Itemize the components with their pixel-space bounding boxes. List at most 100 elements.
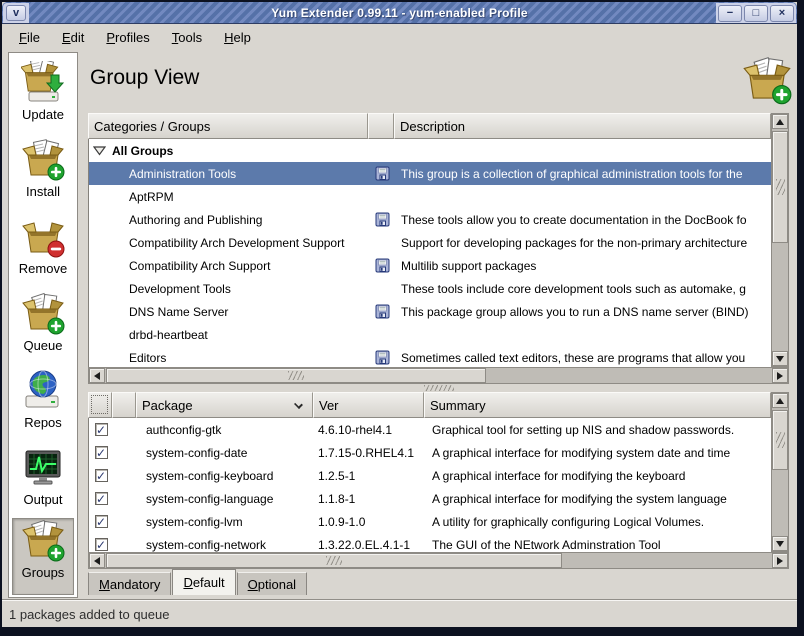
- package-scroll-up-button[interactable]: [772, 393, 788, 408]
- package-row[interactable]: ✓system-config-date1.7.15-0.RHEL4.1A gra…: [89, 441, 771, 464]
- group-row[interactable]: Compatibility Arch SupportMultilib suppo…: [89, 254, 771, 277]
- package-version: 1.2.5-1: [314, 469, 425, 483]
- tree-scroll-left-button[interactable]: [89, 368, 105, 383]
- floppy-disk-icon: [369, 162, 395, 185]
- package-checkbox[interactable]: ✓: [95, 446, 108, 459]
- groups-icon: [742, 56, 792, 106]
- statusbar: 1 packages added to queue: [2, 601, 797, 627]
- group-row[interactable]: Authoring and PublishingThese tools allo…: [89, 208, 771, 231]
- menu-file[interactable]: File: [8, 27, 51, 48]
- titlebar[interactable]: Yum Extender 0.99.11 - yum-enabled Profi…: [2, 2, 797, 24]
- window-frame: [0, 0, 2, 636]
- package-row[interactable]: ✓system-config-language1.1.8-1A graphica…: [89, 487, 771, 510]
- package-checkbox[interactable]: ✓: [95, 423, 108, 436]
- column-header-select-all[interactable]: [88, 392, 112, 418]
- tree-scroll-up-button[interactable]: [772, 114, 788, 129]
- sidebar-item-install[interactable]: Install: [12, 138, 74, 212]
- sidebar-item-label: Groups: [22, 565, 65, 580]
- tab-mandatory[interactable]: Mandatory: [88, 572, 171, 595]
- package-row[interactable]: ✓ system-config-network1.3.22.0.EL.4.1-1T…: [89, 533, 771, 552]
- tree-vertical-scroll-thumb[interactable]: [772, 131, 788, 243]
- group-name-cell: AptRPM: [89, 185, 369, 208]
- group-row[interactable]: EditorsSometimes called text editors, th…: [89, 346, 771, 367]
- group-tree-header: Categories / Groups Description: [88, 113, 771, 139]
- package-scroll-left-button[interactable]: [89, 553, 105, 568]
- menu-help[interactable]: Help: [213, 27, 262, 48]
- tab-default[interactable]: Default: [172, 569, 235, 595]
- tree-scroll-down-button[interactable]: [772, 351, 788, 366]
- menubar: FileEditProfilesToolsHelp: [2, 24, 797, 50]
- maximize-button[interactable]: □: [744, 5, 768, 22]
- repos-icon: [21, 369, 65, 413]
- column-header-description[interactable]: Description: [394, 113, 771, 139]
- group-name-cell: DNS Name Server: [89, 300, 369, 323]
- pane-splitter[interactable]: [88, 384, 789, 392]
- group-description: [395, 139, 771, 162]
- package-row[interactable]: ✓authconfig-gtk4.6.10-rhel4.1Graphical t…: [89, 418, 771, 441]
- menu-tools[interactable]: Tools: [161, 27, 213, 48]
- group-row[interactable]: AptRPM: [89, 185, 771, 208]
- group-row[interactable]: All Groups: [89, 139, 771, 162]
- sidebar-item-label: Update: [22, 107, 64, 122]
- minimize-button[interactable]: −: [718, 5, 742, 22]
- package-version: 1.3.22.0.EL.4.1-1: [314, 538, 425, 552]
- thumb-grip-icon: [288, 371, 304, 380]
- package-summary: A graphical interface for modifying the …: [425, 492, 771, 506]
- tree-horizontal-scroll-thumb[interactable]: [106, 368, 486, 383]
- column-header-package-icon[interactable]: [112, 392, 136, 418]
- close-button[interactable]: ×: [770, 5, 794, 22]
- sidebar-item-update[interactable]: Update: [12, 61, 74, 135]
- group-row[interactable]: DNS Name ServerThis package group allows…: [89, 300, 771, 323]
- window-menu-button[interactable]: v: [6, 5, 26, 21]
- column-header-summary[interactable]: Summary: [424, 392, 771, 418]
- tab-optional[interactable]: Optional: [237, 572, 307, 595]
- package-checkbox-cell: ✓: [89, 446, 113, 459]
- package-name: system-config-keyboard: [137, 469, 314, 483]
- sidebar-item-groups[interactable]: Groups: [12, 518, 74, 595]
- tree-horizontal-scrollbar[interactable]: [88, 367, 789, 384]
- package-row[interactable]: ✓system-config-lvm1.0.9-1.0A utility for…: [89, 510, 771, 533]
- tree-vertical-scrollbar[interactable]: [771, 113, 789, 367]
- package-table: ✓authconfig-gtk4.6.10-rhel4.1Graphical t…: [88, 418, 771, 552]
- package-version: 4.6.10-rhel4.1: [314, 423, 425, 437]
- package-summary: The GUI of the NEtwork Adminstration Too…: [425, 538, 771, 552]
- sidebar-item-output[interactable]: Output: [12, 446, 74, 520]
- menu-profiles[interactable]: Profiles: [95, 27, 160, 48]
- groups-icon: [21, 519, 65, 563]
- package-horizontal-scrollbar[interactable]: [88, 552, 789, 569]
- package-vertical-scroll-thumb[interactable]: [772, 410, 788, 470]
- group-row[interactable]: Compatibility Arch Development SupportSu…: [89, 231, 771, 254]
- column-header-group-icon[interactable]: [368, 113, 394, 139]
- focus-rectangle: [91, 395, 108, 414]
- column-header-package[interactable]: Package: [136, 392, 313, 418]
- group-row[interactable]: Development ToolsThese tools include cor…: [89, 277, 771, 300]
- sidebar-item-remove[interactable]: Remove: [12, 215, 74, 289]
- tree-scroll-right-button[interactable]: [772, 368, 788, 383]
- thumb-grip-icon: [776, 179, 785, 195]
- package-checkbox[interactable]: ✓: [95, 492, 108, 505]
- column-header-ver[interactable]: Ver: [313, 392, 424, 418]
- package-scroll-right-button[interactable]: [772, 553, 788, 568]
- package-horizontal-scroll-thumb[interactable]: [106, 553, 562, 568]
- thumb-grip-icon: [326, 556, 342, 565]
- group-row[interactable]: Administration ToolsThis group is a coll…: [89, 162, 771, 185]
- package-checkbox[interactable]: ✓: [95, 515, 108, 528]
- expander-open-icon[interactable]: [93, 145, 106, 156]
- menu-edit[interactable]: Edit: [51, 27, 95, 48]
- package-checkbox[interactable]: ✓: [95, 469, 108, 482]
- sidebar-item-repos[interactable]: Repos: [12, 369, 74, 443]
- package-version: 1.7.15-0.RHEL4.1: [314, 446, 425, 460]
- column-header-categories-groups[interactable]: Categories / Groups: [88, 113, 368, 139]
- sidebar-item-queue[interactable]: Queue: [12, 292, 74, 366]
- group-icon-cell: [369, 139, 395, 162]
- group-label: drbd-heartbeat: [129, 328, 208, 342]
- package-scroll-down-button[interactable]: [772, 536, 788, 551]
- package-checkbox[interactable]: ✓: [95, 538, 108, 551]
- package-vertical-scrollbar[interactable]: [771, 392, 789, 552]
- group-description: This group is a collection of graphical …: [395, 162, 771, 185]
- group-icon-cell: [369, 231, 395, 254]
- package-checkbox-cell: ✓: [89, 515, 113, 528]
- group-row[interactable]: drbd-heartbeat: [89, 323, 771, 346]
- package-name: system-config-network: [137, 538, 314, 552]
- package-row[interactable]: ✓system-config-keyboard1.2.5-1A graphica…: [89, 464, 771, 487]
